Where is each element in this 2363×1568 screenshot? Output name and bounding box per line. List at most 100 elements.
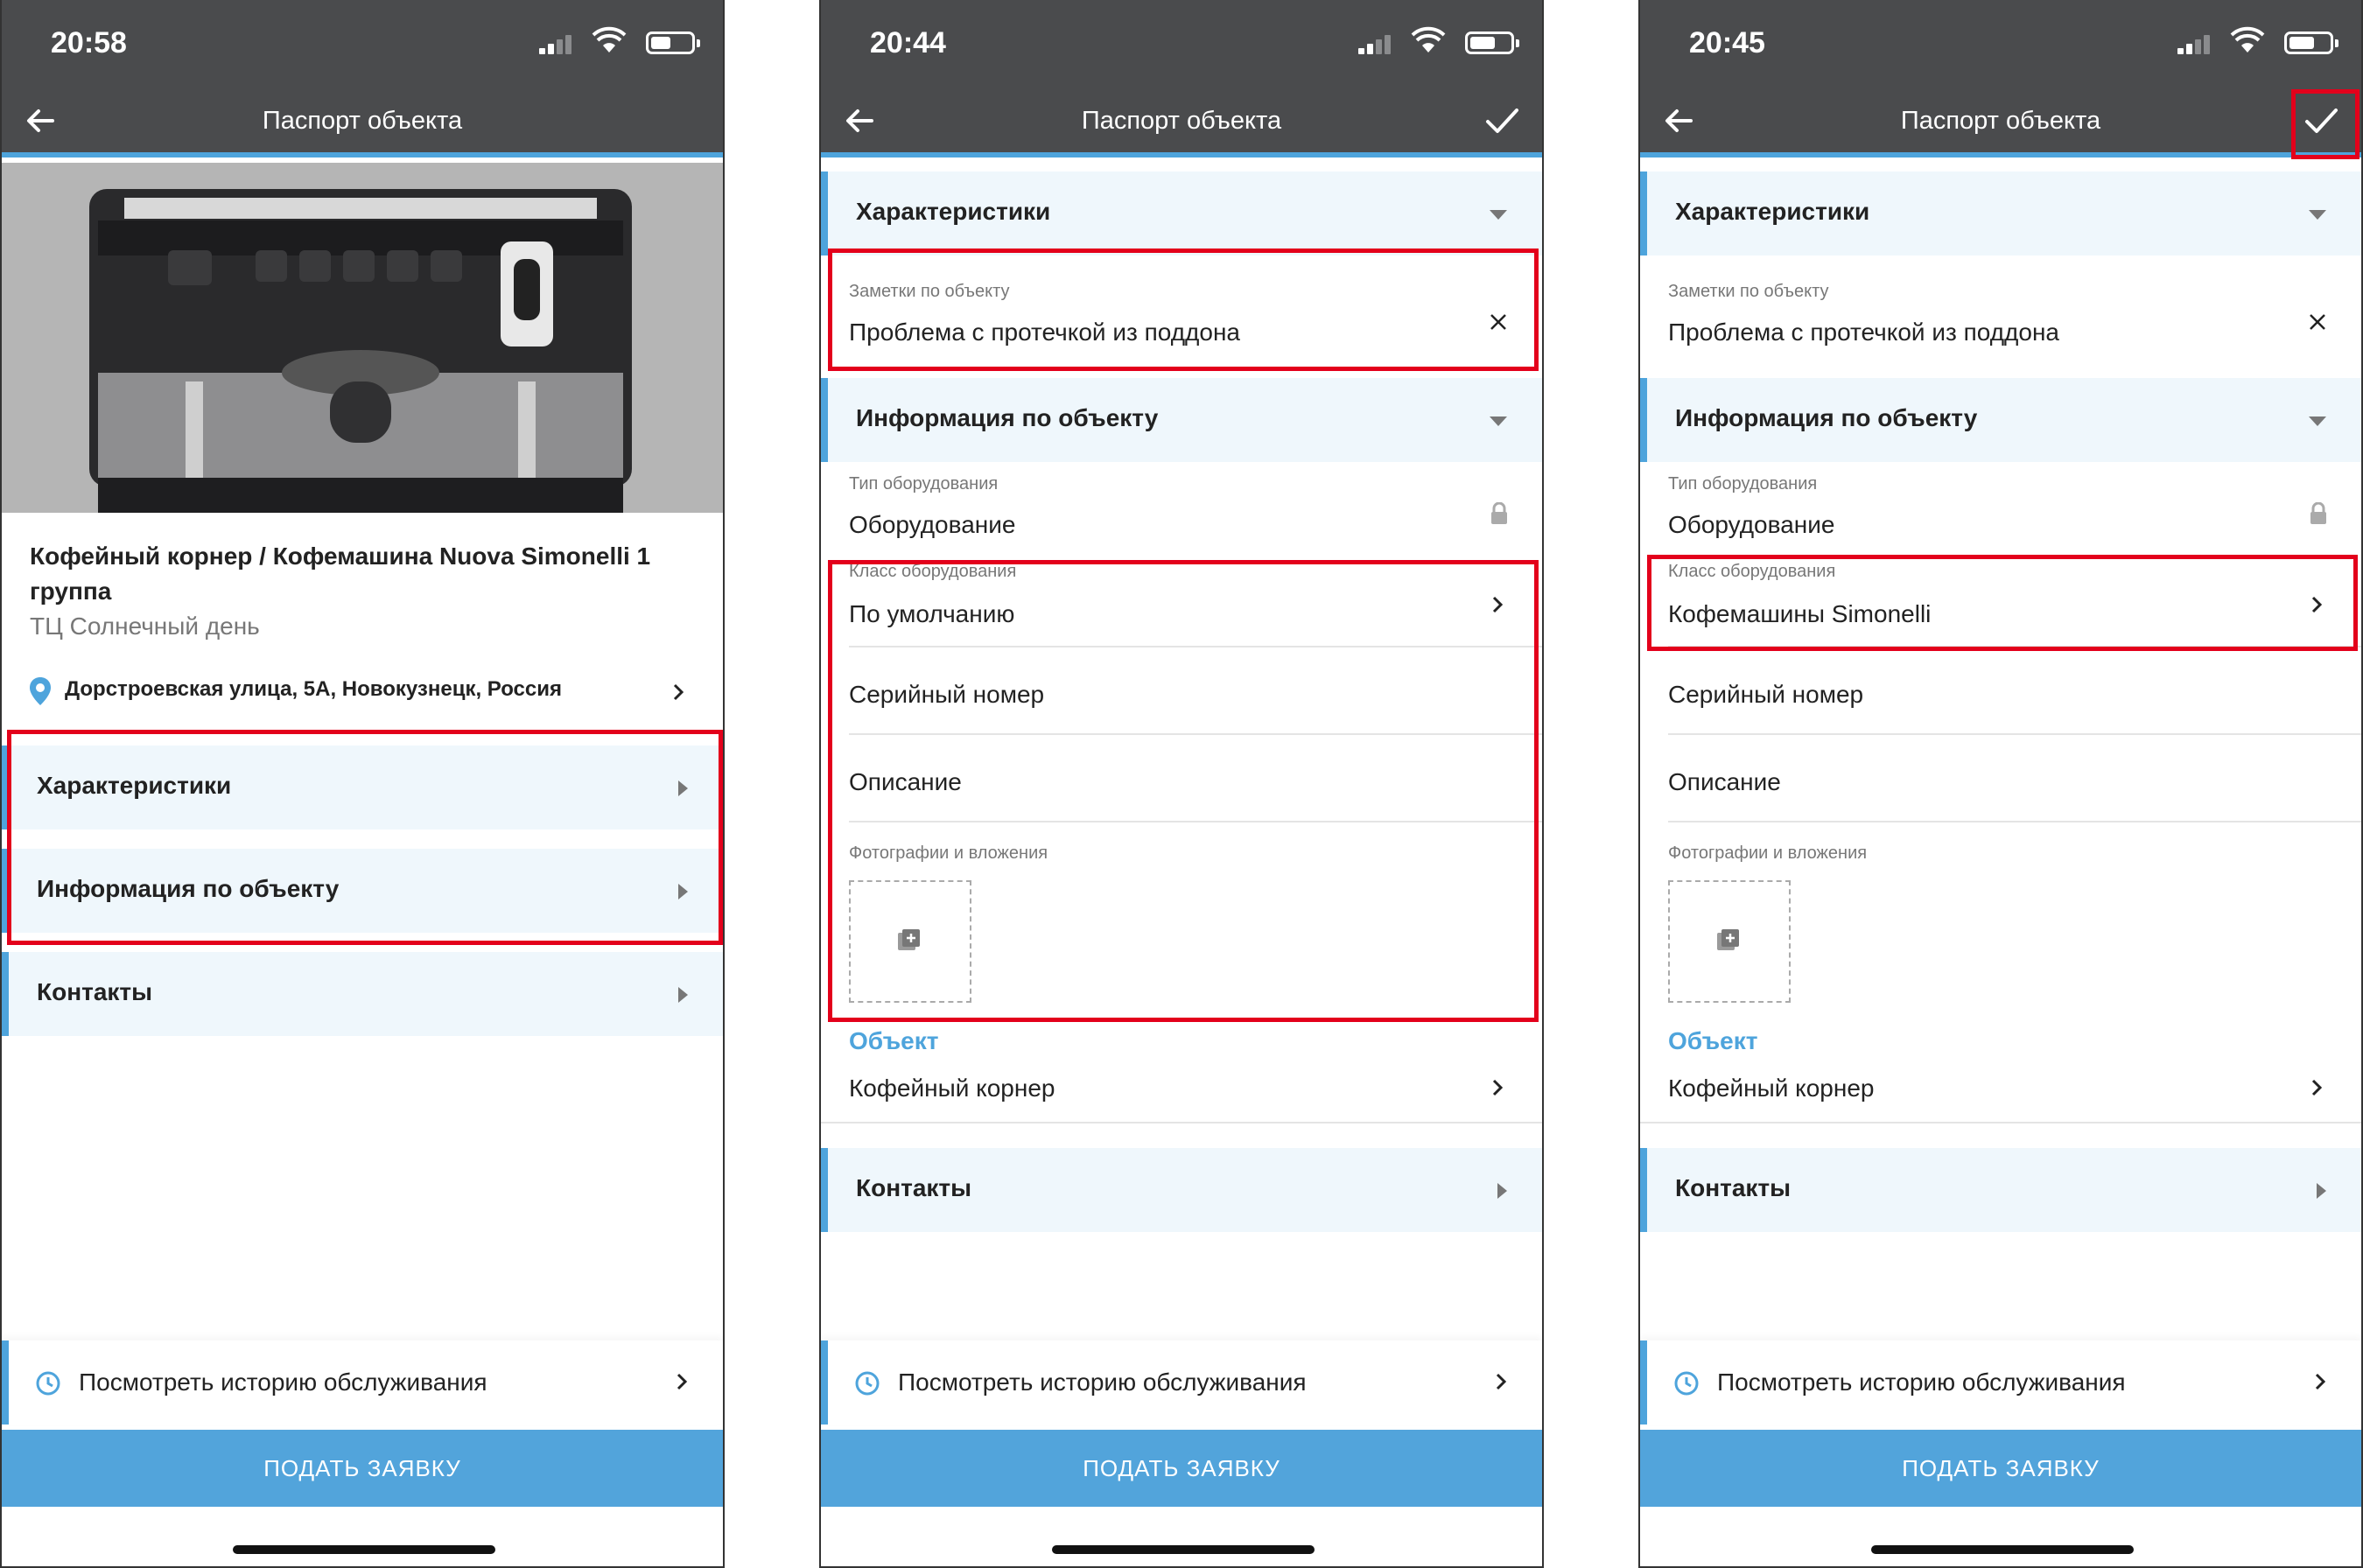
submit-request-button[interactable]: ПОДАТЬ ЗАЯВКУ bbox=[2, 1430, 723, 1507]
service-history-label: Посмотреть историю обслуживания bbox=[79, 1368, 487, 1396]
submit-request-button[interactable]: ПОДАТЬ ЗАЯВКУ bbox=[1640, 1430, 2361, 1507]
section-object-info[interactable]: Информация по объекту bbox=[1640, 378, 2361, 462]
status-time: 20:44 bbox=[870, 26, 946, 60]
section-characteristics[interactable]: Характеристики bbox=[1640, 172, 2361, 256]
chevron-right-icon bbox=[2315, 1373, 2326, 1390]
cellular-signal-icon bbox=[539, 35, 574, 54]
equipment-type-value: Оборудование bbox=[849, 511, 1016, 538]
section-label: Информация по объекту bbox=[1675, 404, 1978, 431]
caret-down-icon bbox=[2309, 210, 2326, 220]
serial-number-label: Серийный номер bbox=[849, 681, 1045, 708]
attachments-label: Фотографии и вложения bbox=[1668, 844, 1868, 863]
notes-label: Заметки по объекту bbox=[1668, 282, 1829, 301]
chevron-right-icon bbox=[1492, 1079, 1504, 1096]
phone-screen-object-passport-expanded: 20:44 Паспорт объекта Характеристики Зам… bbox=[819, 0, 1544, 1568]
serial-number-field[interactable]: Серийный номер bbox=[821, 648, 1542, 735]
checkmark-icon[interactable] bbox=[1481, 100, 1523, 142]
status-time: 20:45 bbox=[1689, 26, 1765, 60]
equipment-class-value: Кофемашины Simonelli bbox=[1668, 600, 1932, 627]
add-photo-icon bbox=[1717, 929, 1739, 950]
chevron-right-icon bbox=[673, 683, 684, 701]
equipment-photo bbox=[2, 163, 723, 513]
status-time: 20:58 bbox=[51, 26, 127, 60]
nav-bar: Паспорт объекта bbox=[821, 88, 1542, 158]
clock-icon bbox=[1674, 1371, 1699, 1396]
notes-field[interactable]: Заметки по объекту Проблема с протечкой … bbox=[1640, 256, 2361, 369]
section-contacts[interactable]: Контакты bbox=[2, 952, 723, 1036]
equipment-type-field: Тип оборудования Оборудование bbox=[1640, 462, 2361, 558]
service-history-label: Посмотреть историю обслуживания bbox=[898, 1368, 1307, 1396]
battery-icon bbox=[1465, 32, 1519, 54]
section-characteristics[interactable]: Характеристики bbox=[2, 746, 723, 830]
section-object-info[interactable]: Информация по объекту bbox=[2, 849, 723, 933]
service-history-label: Посмотреть историю обслуживания bbox=[1717, 1368, 2126, 1396]
object-field[interactable]: Кофейный корнер bbox=[821, 1062, 1542, 1124]
object-header: Кофейный корнер / Кофемашина Nuova Simon… bbox=[30, 539, 688, 640]
section-label: Информация по объекту bbox=[856, 404, 1159, 431]
address-text: Дорстроевская улица, 5А, Новокузнецк, Ро… bbox=[65, 677, 563, 701]
object-section-label: Объект bbox=[849, 1027, 939, 1054]
attachments-field: Фотографии и вложения bbox=[821, 822, 1542, 1015]
battery-icon bbox=[2284, 32, 2338, 54]
home-indicator[interactable] bbox=[1871, 1545, 2134, 1554]
section-label: Информация по объекту bbox=[37, 875, 340, 902]
address-row[interactable]: Дорстроевская улица, 5А, Новокузнецк, Ро… bbox=[30, 674, 697, 709]
serial-number-field[interactable]: Серийный номер bbox=[1640, 648, 2361, 735]
add-photo-button[interactable] bbox=[849, 880, 971, 1003]
attachments-field: Фотографии и вложения bbox=[1640, 822, 2361, 1015]
section-label: Характеристики bbox=[1675, 198, 1870, 225]
status-bar: 20:45 bbox=[1640, 0, 2361, 88]
equipment-class-label: Класс оборудования bbox=[849, 562, 1017, 581]
section-label: Контакты bbox=[856, 1174, 972, 1201]
section-object-info[interactable]: Информация по объекту bbox=[821, 378, 1542, 462]
wifi-icon bbox=[1411, 26, 1446, 52]
service-history-row[interactable]: Посмотреть историю обслуживания bbox=[2, 1340, 723, 1424]
home-indicator[interactable] bbox=[1052, 1545, 1315, 1554]
caret-down-icon bbox=[1490, 210, 1507, 220]
service-history-row[interactable]: Посмотреть историю обслуживания bbox=[1640, 1340, 2361, 1424]
equipment-type-label: Тип оборудования bbox=[1668, 474, 1818, 494]
description-label: Описание bbox=[849, 768, 962, 795]
notes-field[interactable]: Заметки по объекту Проблема с протечкой … bbox=[821, 256, 1542, 369]
status-bar: 20:58 bbox=[2, 0, 723, 88]
chevron-right-icon bbox=[677, 1373, 688, 1390]
section-label: Контакты bbox=[1675, 1174, 1792, 1201]
location-pin-icon bbox=[30, 677, 51, 705]
notes-label: Заметки по объекту bbox=[849, 282, 1010, 301]
section-contacts[interactable]: Контакты bbox=[821, 1148, 1542, 1232]
nav-bar: Паспорт объекта bbox=[2, 88, 723, 158]
cellular-signal-icon bbox=[2177, 35, 2212, 54]
service-history-row[interactable]: Посмотреть историю обслуживания bbox=[821, 1340, 1542, 1424]
section-label: Контакты bbox=[37, 978, 153, 1005]
cellular-signal-icon bbox=[1358, 35, 1393, 54]
description-field[interactable]: Описание bbox=[1640, 735, 2361, 822]
lock-icon bbox=[1491, 502, 1507, 524]
home-indicator[interactable] bbox=[233, 1545, 495, 1554]
object-field[interactable]: Кофейный корнер bbox=[1640, 1062, 2361, 1124]
clear-icon[interactable] bbox=[1488, 312, 1509, 332]
caret-right-icon bbox=[678, 780, 688, 796]
chevron-right-icon bbox=[1496, 1373, 1507, 1390]
equipment-class-field[interactable]: Класс оборудования Кофемашины Simonelli bbox=[1640, 560, 2361, 648]
description-field[interactable]: Описание bbox=[821, 735, 1542, 822]
object-section-label: Объект bbox=[1668, 1027, 1758, 1054]
equipment-type-label: Тип оборудования bbox=[849, 474, 999, 494]
description-label: Описание bbox=[1668, 768, 1781, 795]
caret-right-icon bbox=[678, 884, 688, 900]
page-title: Паспорт объекта bbox=[1081, 107, 1282, 135]
equipment-class-label: Класс оборудования bbox=[1668, 562, 1836, 581]
section-characteristics[interactable]: Характеристики bbox=[821, 172, 1542, 256]
clear-icon[interactable] bbox=[2307, 312, 2328, 332]
caret-right-icon bbox=[1497, 1183, 1507, 1199]
notes-value: Проблема с протечкой из поддона bbox=[849, 318, 1240, 346]
section-contacts[interactable]: Контакты bbox=[1640, 1148, 2361, 1232]
submit-request-button[interactable]: ПОДАТЬ ЗАЯВКУ bbox=[821, 1430, 1542, 1507]
checkmark-icon[interactable] bbox=[2300, 100, 2342, 142]
attachments-label: Фотографии и вложения bbox=[849, 844, 1048, 863]
add-photo-button[interactable] bbox=[1668, 880, 1791, 1003]
equipment-class-value: По умолчанию bbox=[849, 600, 1015, 627]
equipment-class-field[interactable]: Класс оборудования По умолчанию bbox=[821, 560, 1542, 648]
equipment-type-field: Тип оборудования Оборудование bbox=[821, 462, 1542, 558]
wifi-icon bbox=[592, 26, 627, 52]
wifi-icon bbox=[2230, 26, 2265, 52]
